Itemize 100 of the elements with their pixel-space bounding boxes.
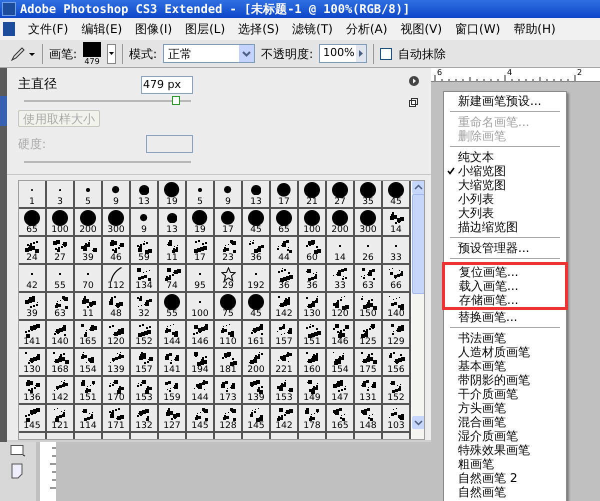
- brush-cell[interactable]: 44: [271, 237, 299, 265]
- menu[interactable]: 图层(L): [185, 20, 226, 38]
- brush-cell[interactable]: 60: [299, 237, 327, 265]
- menu-item[interactable]: 人造材质画笔: [444, 345, 566, 359]
- brush-cell[interactable]: 3: [47, 181, 75, 209]
- brush-cell[interactable]: 24: [19, 237, 47, 265]
- brush-cell[interactable]: 21: [299, 181, 327, 209]
- brush-cell[interactable]: 70: [75, 265, 103, 293]
- hardness-field[interactable]: [146, 135, 193, 153]
- menu-item[interactable]: 大列表: [444, 206, 566, 220]
- brush-cell[interactable]: 221: [271, 349, 299, 377]
- menu-item[interactable]: 自然画笔 2: [444, 471, 566, 485]
- brush-cell[interactable]: 146: [327, 321, 355, 349]
- brush-cell[interactable]: 300: [355, 209, 383, 237]
- brush-cell[interactable]: 142: [271, 293, 299, 321]
- brush-cell[interactable]: 192: [243, 265, 271, 293]
- menu-item[interactable]: 粗画笔: [444, 457, 566, 471]
- menu-item[interactable]: 存储画笔...: [445, 293, 565, 307]
- scroll-down-icon[interactable]: [412, 416, 424, 429]
- brush-cell[interactable]: 151: [299, 321, 327, 349]
- brush-cell[interactable]: 17: [187, 237, 215, 265]
- menu-item[interactable]: 预设管理器...: [444, 241, 566, 255]
- brush-cell[interactable]: 63: [355, 265, 383, 293]
- brush-cell[interactable]: 55: [159, 293, 187, 321]
- brush-cell[interactable]: 110: [215, 321, 243, 349]
- brush-cell[interactable]: 65: [271, 209, 299, 237]
- mode-select[interactable]: 正常: [163, 44, 256, 63]
- brush-cell[interactable]: 152: [383, 377, 411, 405]
- brush-cell[interactable]: 153: [271, 377, 299, 405]
- brush-cell[interactable]: 129: [383, 321, 411, 349]
- pencil-icon[interactable]: [10, 46, 36, 60]
- menu[interactable]: 文件(F): [28, 20, 68, 38]
- diameter-field[interactable]: 479 px: [141, 76, 193, 94]
- brush-cell[interactable]: 17: [271, 181, 299, 209]
- brush-cell[interactable]: 112: [103, 265, 131, 293]
- brush-cell[interactable]: 141: [19, 321, 47, 349]
- brush-cell[interactable]: 13: [159, 209, 187, 237]
- brush-cell[interactable]: 74: [159, 265, 187, 293]
- brush-cell[interactable]: 1: [19, 181, 47, 209]
- brush-cell[interactable]: 146: [187, 321, 215, 349]
- brush-cell[interactable]: 46: [103, 237, 131, 265]
- brush-cell[interactable]: 200: [243, 349, 271, 377]
- brush-cell[interactable]: 139: [243, 377, 271, 405]
- brush-cell[interactable]: 157: [131, 349, 159, 377]
- brush-cell[interactable]: 145: [19, 405, 47, 433]
- brush-cell[interactable]: 13: [243, 181, 271, 209]
- brush-cell[interactable]: 144: [187, 377, 215, 405]
- brush-cell[interactable]: 27: [47, 237, 75, 265]
- brush-cell[interactable]: 165: [327, 405, 355, 433]
- brush-cell[interactable]: 178: [299, 405, 327, 433]
- brush-cell[interactable]: 39: [19, 293, 47, 321]
- brush-cell[interactable]: 134: [131, 265, 159, 293]
- brush-cell[interactable]: 147: [327, 377, 355, 405]
- menu[interactable]: 分析(A): [346, 20, 388, 38]
- menu[interactable]: 选择(S): [238, 20, 280, 38]
- brush-cell[interactable]: 170: [103, 377, 131, 405]
- brush-cell[interactable]: 142: [271, 405, 299, 433]
- brush-cell[interactable]: 125: [355, 321, 383, 349]
- opacity-field[interactable]: 100%: [319, 44, 368, 63]
- brush-cell[interactable]: 11: [75, 293, 103, 321]
- brush-cell[interactable]: 131: [355, 377, 383, 405]
- menu-item[interactable]: 纯文本: [444, 150, 566, 164]
- brush-cell[interactable]: 63: [47, 293, 75, 321]
- brush-cell[interactable]: 5: [187, 181, 215, 209]
- menu-item[interactable]: 替换画笔...: [444, 310, 566, 324]
- menu-item[interactable]: 方头画笔: [444, 401, 566, 415]
- brush-cell[interactable]: 200: [327, 209, 355, 237]
- brush-cell[interactable]: 13: [131, 181, 159, 209]
- menu-item[interactable]: 小缩览图: [444, 164, 566, 178]
- menu-item[interactable]: 载入画笔...: [445, 279, 565, 293]
- brush-cell[interactable]: 161: [243, 321, 271, 349]
- brush-cell[interactable]: 48: [103, 293, 131, 321]
- brush-cell[interactable]: 127: [159, 405, 187, 433]
- brush-cell[interactable]: 168: [47, 349, 75, 377]
- brush-cell[interactable]: 5: [75, 181, 103, 209]
- brush-cell[interactable]: 33: [383, 237, 411, 265]
- brush-cell[interactable]: 149: [299, 377, 327, 405]
- brush-cell[interactable]: 141: [159, 349, 187, 377]
- brush-cell[interactable]: 175: [355, 349, 383, 377]
- brush-cell[interactable]: 100: [187, 293, 215, 321]
- brush-cell[interactable]: 157: [271, 321, 299, 349]
- brush-cell[interactable]: 152: [131, 321, 159, 349]
- brush-cell[interactable]: 145: [187, 405, 215, 433]
- brush-cell[interactable]: 26: [355, 237, 383, 265]
- brush-cell[interactable]: 103: [383, 405, 411, 433]
- menu[interactable]: 窗口(W): [455, 20, 500, 38]
- scrollbar[interactable]: [412, 181, 424, 439]
- brush-cell[interactable]: 32: [131, 293, 159, 321]
- brush-cell[interactable]: 171: [103, 405, 131, 433]
- brush-cell[interactable]: 130: [19, 349, 47, 377]
- menu-item[interactable]: 湿介质画笔: [444, 429, 566, 443]
- brush-cell[interactable]: 45: [243, 209, 271, 237]
- brush-cell[interactable]: 27: [327, 181, 355, 209]
- brush-dropdown-button[interactable]: [107, 44, 116, 64]
- brush-cell[interactable]: 9: [103, 181, 131, 209]
- brush-cell[interactable]: 45: [383, 181, 411, 209]
- brush-cell[interactable]: 33: [327, 265, 355, 293]
- brush-cell[interactable]: 144: [159, 321, 187, 349]
- brush-cell[interactable]: 173: [215, 377, 243, 405]
- brush-cell[interactable]: 181: [215, 349, 243, 377]
